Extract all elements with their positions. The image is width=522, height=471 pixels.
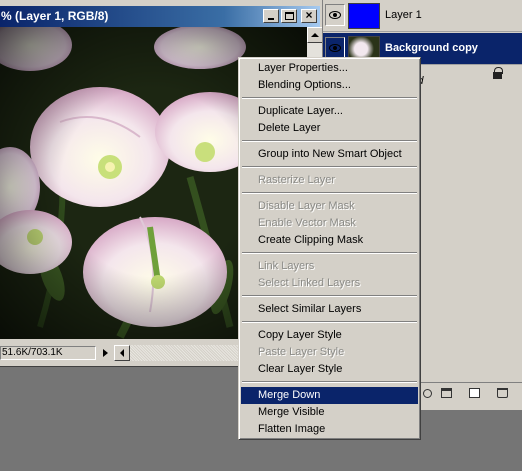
adjustment-layer-icon[interactable] xyxy=(423,389,432,398)
menu-item-clear-layer-style[interactable]: Clear Layer Style xyxy=(241,361,418,378)
minimize-button[interactable] xyxy=(263,9,279,23)
scroll-up-icon[interactable] xyxy=(307,27,323,43)
menu-item-enable-vector-mask: Enable Vector Mask xyxy=(258,217,356,229)
menu-item-select-similar-layers[interactable]: Select Similar Layers xyxy=(241,301,418,318)
visibility-toggle[interactable] xyxy=(325,4,345,26)
trash-icon[interactable] xyxy=(497,388,508,398)
close-button[interactable]: × xyxy=(301,8,317,23)
new-group-icon[interactable] xyxy=(441,388,452,398)
layer-name: Background copy xyxy=(385,42,478,54)
menu-item-delete-layer[interactable]: Delete Layer xyxy=(241,120,418,137)
menu-separator xyxy=(241,137,418,146)
status-menu-arrow-icon[interactable] xyxy=(100,347,112,359)
menu-item-flatten-image[interactable]: Flatten Image xyxy=(241,421,418,438)
menu-item-disable-layer-mask: Disable Layer Mask xyxy=(258,200,355,212)
layer-name: Layer 1 xyxy=(385,9,422,21)
menu-separator xyxy=(241,318,418,327)
menu-item-layer-properties[interactable]: Layer Properties... xyxy=(241,60,418,77)
layer-context-menu: Layer Properties... Blending Options... Du… xyxy=(238,57,421,440)
eye-pupil xyxy=(333,13,337,17)
maximize-icon xyxy=(285,12,294,20)
layer-row-layer-1[interactable]: Layer 1 xyxy=(323,0,522,32)
new-layer-icon[interactable] xyxy=(469,388,480,398)
document-title: % (Layer 1, RGB/8) xyxy=(1,9,109,23)
menu-item-link-layers: Link Layers xyxy=(258,260,315,272)
menu-item-select-linked-layers: Select Linked Layers xyxy=(258,277,361,289)
menu-item-paste-layer-style: Paste Layer Style xyxy=(258,346,345,358)
menu-item-duplicate-layer[interactable]: Duplicate Layer... xyxy=(241,103,418,120)
menu-item-blending-options[interactable]: Blending Options... xyxy=(241,77,418,94)
visibility-toggle[interactable] xyxy=(325,37,345,59)
menu-separator xyxy=(241,189,418,198)
menu-item-merge-down[interactable]: Merge Down xyxy=(241,387,418,404)
layer-thumbnail xyxy=(348,3,380,29)
menu-item-merge-visible[interactable]: Merge Visible xyxy=(241,404,418,421)
close-icon: × xyxy=(305,8,313,22)
lock-icon xyxy=(493,67,503,79)
menu-item-copy-layer-style[interactable]: Copy Layer Style xyxy=(241,327,418,344)
window-controls: × xyxy=(263,8,317,23)
document-title-bar[interactable]: % (Layer 1, RGB/8) × xyxy=(0,6,320,27)
minimize-icon xyxy=(268,18,274,20)
menu-item-rasterize-layer: Rasterize Layer xyxy=(258,174,336,186)
menu-separator xyxy=(241,163,418,172)
scroll-left-icon[interactable] xyxy=(114,345,130,361)
menu-item-group-into-new-smart-object[interactable]: Group into New Smart Object xyxy=(241,146,418,163)
menu-separator xyxy=(241,94,418,103)
menu-item-create-clipping-mask[interactable]: Create Clipping Mask xyxy=(241,232,418,249)
maximize-button[interactable] xyxy=(281,9,297,23)
menu-separator xyxy=(241,378,418,387)
eye-pupil xyxy=(333,46,337,50)
menu-separator xyxy=(241,292,418,301)
menu-separator xyxy=(241,249,418,258)
document-size: 51.6K/703.1K xyxy=(0,346,96,360)
